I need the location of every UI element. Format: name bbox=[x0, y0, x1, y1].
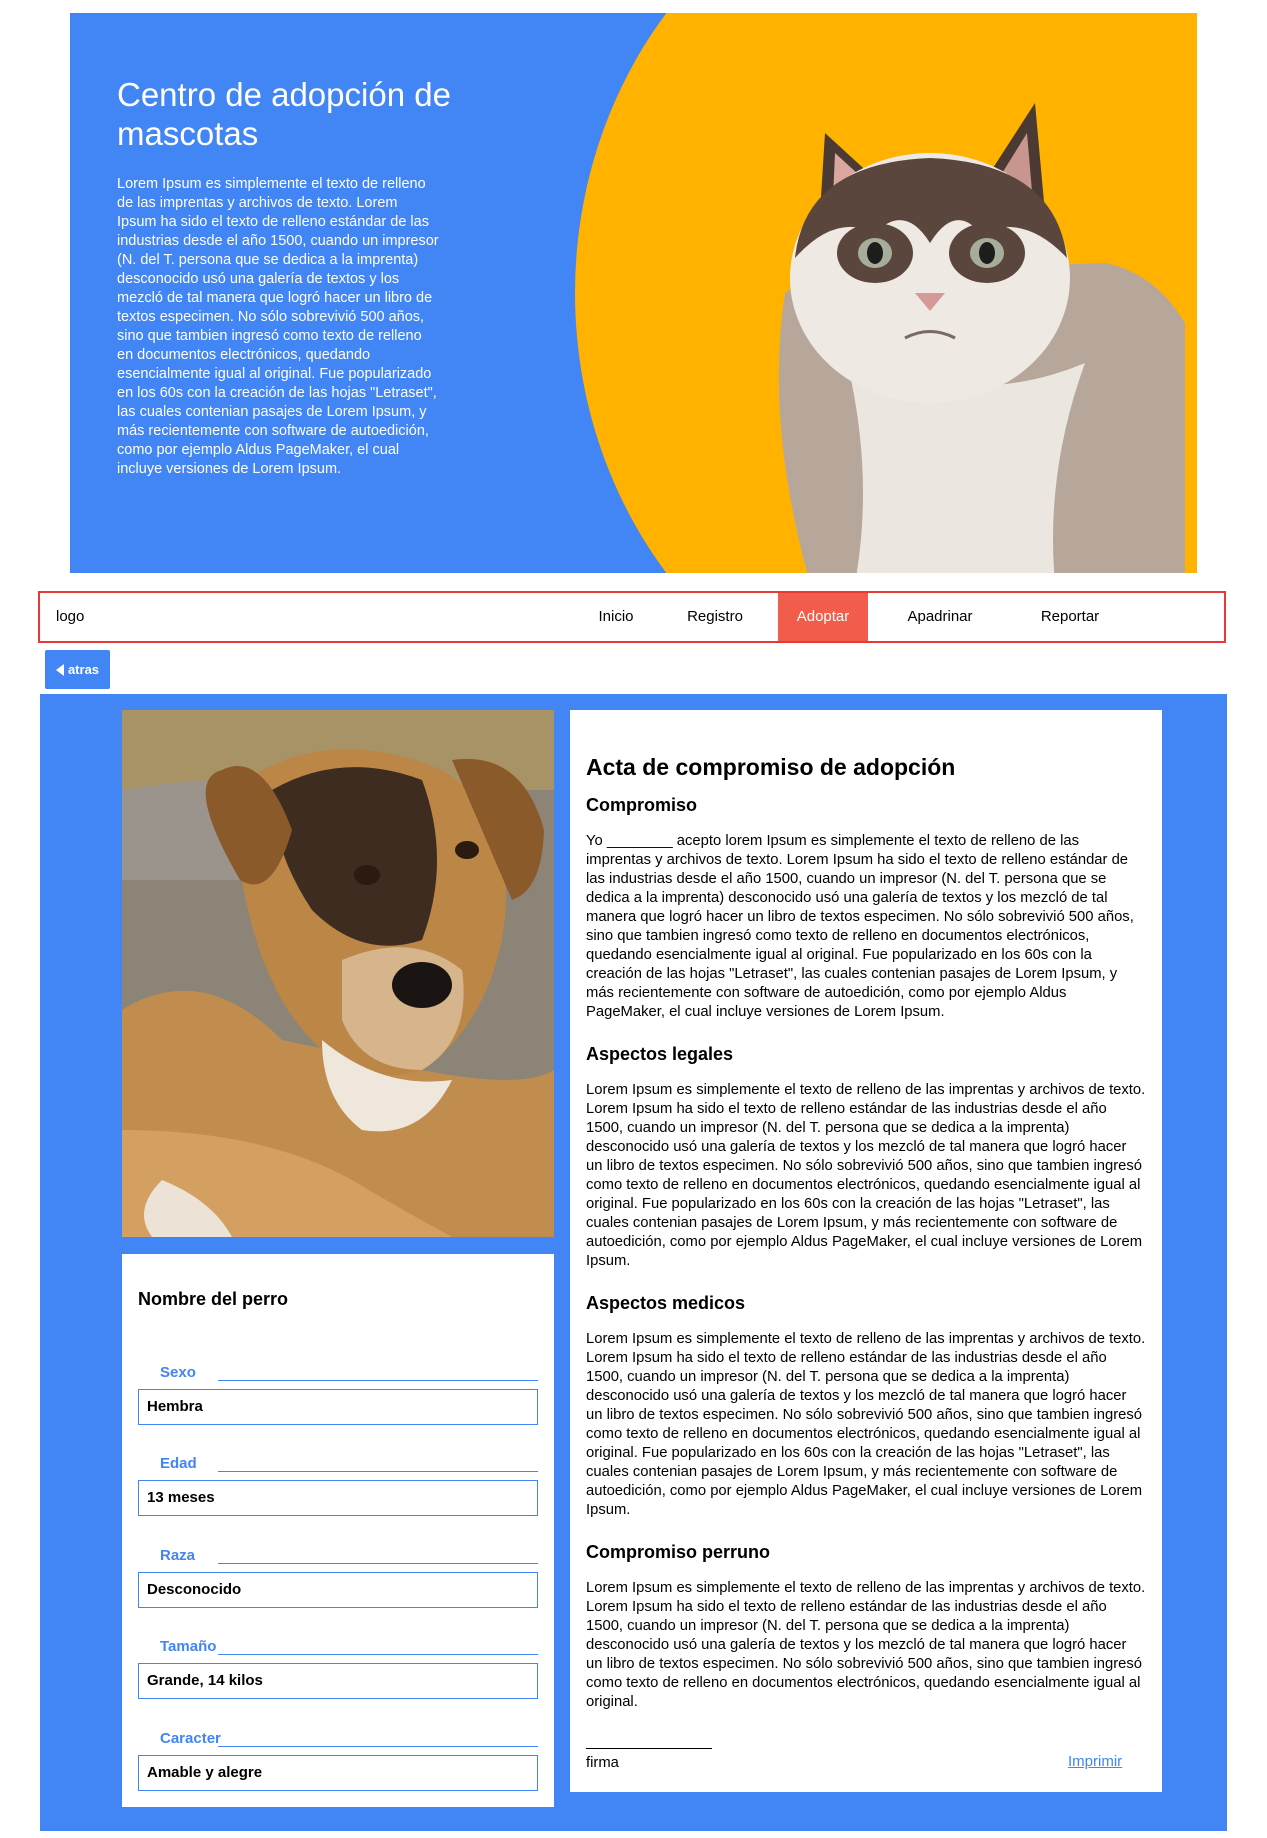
logo[interactable]: logo bbox=[56, 593, 84, 641]
nav-item-reportar[interactable]: Reportar bbox=[1010, 593, 1130, 641]
section-heading: Compromiso bbox=[586, 795, 698, 815]
tamano-field[interactable]: Grande, 14 kilos bbox=[138, 1663, 538, 1699]
caracter-field[interactable]: Amable y alegre bbox=[138, 1755, 538, 1791]
field-divider bbox=[218, 1746, 538, 1747]
caret-left-icon bbox=[55, 663, 64, 676]
nav-item-apadrinar[interactable]: Apadrinar bbox=[880, 593, 1000, 641]
hero-banner: Centro de adopción de mascotas Lorem Ips… bbox=[70, 13, 1197, 573]
adoption-section: Nombre del perro Sexo Hembra Edad 13 mes… bbox=[40, 694, 1227, 1831]
section-heading: Compromiso perruno bbox=[586, 1542, 771, 1562]
dog-name-heading: Nombre del perro bbox=[138, 1289, 289, 1309]
section-compromiso: Compromiso Yo ________ acepto lorem Ipsu… bbox=[586, 795, 1146, 1022]
section-heading: Aspectos legales bbox=[586, 1044, 734, 1064]
field-label: Edad bbox=[150, 1455, 207, 1472]
dog-photo bbox=[122, 710, 554, 1237]
field-label: Caracter bbox=[150, 1730, 231, 1747]
section-compromiso-perruno: Compromiso perruno Lorem Ipsum es simple… bbox=[586, 1542, 1146, 1712]
section-text: Lorem Ipsum es simplemente el texto de r… bbox=[586, 1580, 1146, 1710]
top-navbar: logo Inicio Registro Adoptar Apadrinar R… bbox=[38, 591, 1226, 643]
field-divider bbox=[218, 1380, 538, 1381]
back-button-label: atras bbox=[67, 662, 100, 677]
nav-item-adoptar[interactable]: Adoptar bbox=[778, 593, 868, 641]
sexo-field[interactable]: Hembra bbox=[138, 1389, 538, 1425]
hero-title: Centro de adopción de mascotas bbox=[117, 76, 451, 152]
back-button[interactable]: atras bbox=[45, 650, 110, 689]
field-divider bbox=[218, 1471, 538, 1472]
nav-item-registro[interactable]: Registro bbox=[660, 593, 770, 641]
section-text: Yo ________ acepto lorem Ipsum es simple… bbox=[586, 833, 1134, 1020]
adoption-document: Acta de compromiso de adopción Compromis… bbox=[570, 710, 1162, 1792]
field-divider bbox=[218, 1563, 538, 1564]
signature-label: firma bbox=[586, 1755, 619, 1771]
field-label: Tamaño bbox=[150, 1638, 227, 1655]
field-divider bbox=[218, 1654, 538, 1655]
dog-info-card: Nombre del perro Sexo Hembra Edad 13 mes… bbox=[122, 1254, 554, 1807]
field-label: Raza bbox=[150, 1547, 206, 1564]
section-heading: Aspectos medicos bbox=[586, 1293, 746, 1313]
nav-item-inicio[interactable]: Inicio bbox=[576, 593, 656, 641]
edad-field[interactable]: 13 meses bbox=[138, 1480, 538, 1516]
signature-line bbox=[586, 1748, 712, 1749]
field-label: Sexo bbox=[150, 1364, 206, 1381]
cat-photo bbox=[778, 103, 1185, 573]
document-title: Acta de compromiso de adopción bbox=[586, 754, 956, 780]
section-aspectos-legales: Aspectos legales Lorem Ipsum es simpleme… bbox=[586, 1044, 1146, 1271]
section-text: Lorem Ipsum es simplemente el texto de r… bbox=[586, 1331, 1146, 1518]
hero-description: Lorem Ipsum es simplemente el texto de r… bbox=[117, 176, 439, 477]
section-text: Lorem Ipsum es simplemente el texto de r… bbox=[586, 1082, 1146, 1269]
raza-field[interactable]: Desconocido bbox=[138, 1572, 538, 1608]
print-link[interactable]: Imprimir bbox=[1068, 1753, 1122, 1770]
section-aspectos-medicos: Aspectos medicos Lorem Ipsum es simpleme… bbox=[586, 1293, 1146, 1520]
